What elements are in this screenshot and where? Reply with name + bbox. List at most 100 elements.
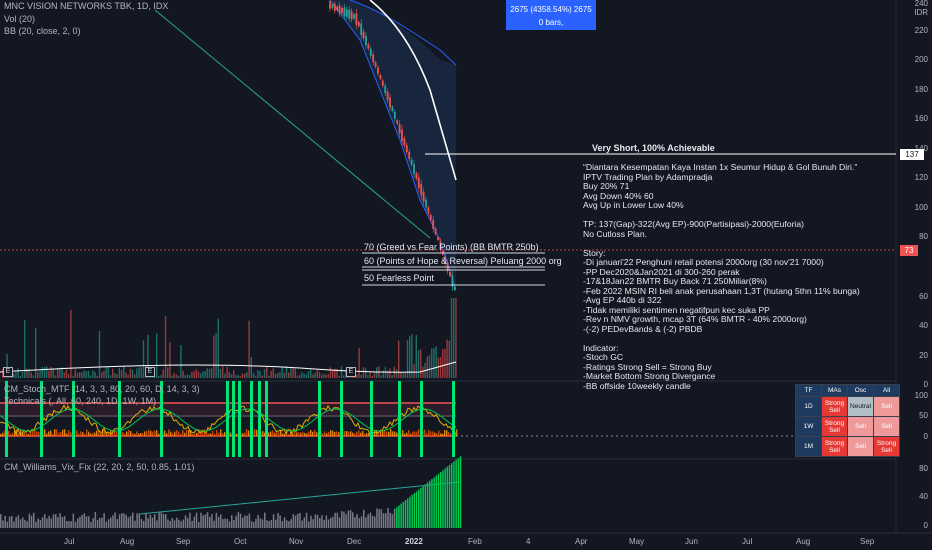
vix-bar [50, 518, 53, 528]
candle-body [453, 286, 456, 291]
osc-hist-bar [146, 431, 148, 436]
vix-bar [209, 516, 211, 528]
osc-hist-bar [80, 431, 82, 436]
candle-body [350, 11, 353, 20]
vix-bar [39, 519, 42, 528]
osc-hist-bar [402, 430, 404, 436]
osc-hist-bar [444, 430, 446, 436]
vix-bar [162, 513, 165, 528]
vix-bar [402, 501, 405, 528]
williams-indicator-label[interactable]: CM_Williams_Vix_Fix (22, 20, 2, 50, 0.85… [4, 462, 194, 472]
candle-body [408, 151, 411, 159]
osc-hist-bar [270, 431, 272, 436]
osc-hist-bar [314, 429, 316, 436]
vix-bar [325, 515, 328, 528]
volume-bar [134, 374, 136, 378]
vix-bar [217, 516, 220, 528]
vix-bar [360, 516, 363, 528]
volume-bar [270, 370, 272, 378]
candle-body [413, 164, 415, 174]
vix-bar [222, 519, 224, 528]
volume-bar [241, 373, 244, 378]
osc-hist-bar [330, 430, 332, 436]
vix-bar [250, 521, 253, 528]
volume-bar [325, 374, 327, 378]
volume-bar [114, 373, 116, 378]
vix-bar [19, 519, 22, 528]
osc-hist-bar [434, 432, 436, 436]
candle-body [429, 214, 432, 220]
technicals-indicator-label[interactable]: Technicals (, All, 60, 240, 1D, 1W, 1M) [4, 396, 156, 406]
earnings-marker[interactable]: E [346, 367, 356, 377]
candle-body [401, 129, 403, 142]
vix-bar [385, 513, 387, 528]
vix-bar [292, 514, 295, 528]
vol-indicator-label[interactable]: Vol (20) [4, 14, 35, 24]
earnings-marker[interactable]: E [145, 367, 155, 377]
osc-hist-bar [2, 432, 4, 436]
fib70-label[interactable]: 70 (Greed vs Fear Points) (BB BMTR 250b) [364, 242, 539, 252]
vix-bar [323, 520, 325, 528]
osc-hist-bar [166, 433, 168, 436]
stoch-indicator-label[interactable]: CM_Stoch_MTF (14, 3, 3, 80, 20, 60, D, 1… [4, 384, 200, 394]
vix-bar [94, 512, 97, 528]
vix-bar [228, 521, 231, 528]
volume-bar [118, 368, 120, 378]
vix-bar [24, 519, 26, 528]
volume-bar [140, 367, 142, 378]
vix-bar [134, 520, 136, 528]
current-price-tag: 73 [900, 245, 918, 256]
vix-bar [268, 521, 270, 528]
time-tick: Jul [64, 537, 75, 546]
volume-bar [263, 369, 266, 378]
volume-bar [283, 372, 285, 378]
volume-bar [138, 367, 140, 378]
vix-bar [242, 517, 244, 528]
volume-bar [272, 368, 274, 378]
osc-hist-bar [304, 432, 306, 436]
osc-hist-bar [328, 431, 330, 436]
earnings-marker[interactable]: E [3, 367, 13, 377]
symbol-title[interactable]: MNC VISION NETWORKS TBK, 1D, IDX [4, 1, 168, 11]
bb-indicator-label[interactable]: BB (20, close, 2, 0) [4, 26, 81, 36]
trading-plan-note[interactable]: “Diantara Kesempatan Kaya Instan 1x Seum… [583, 162, 860, 391]
osc-hist-bar [302, 431, 304, 436]
osc-hist-bar [178, 431, 180, 436]
fib60-label[interactable]: 60 (Points of Hope & Reversal) Peluang 2… [364, 256, 562, 266]
target-annotation[interactable]: Very Short, 100% Achievable [592, 143, 715, 153]
volume-bar [285, 366, 288, 378]
vix-bar [116, 518, 119, 528]
vix-bar [404, 500, 407, 528]
vix-bar [327, 519, 330, 528]
green-signal-bar [370, 381, 373, 457]
volume-bar [167, 367, 169, 378]
fib50-label[interactable]: 50 Fearless Point [364, 273, 434, 283]
volume-bar [404, 373, 406, 378]
vix-bar [294, 515, 297, 528]
osc-hist-bar [88, 431, 90, 436]
osc-hist-bar [100, 433, 102, 436]
price-tick: 80 [919, 232, 928, 241]
volume-bar [235, 375, 237, 378]
candle-body [372, 54, 375, 63]
volume-bar [96, 375, 98, 378]
osc-hist-bar [36, 431, 38, 436]
osc-hist-bar [326, 433, 328, 436]
vix-bar [301, 520, 303, 528]
volume-bar [180, 345, 182, 378]
osc-hist-bar [26, 433, 28, 436]
vix-bar [261, 519, 264, 528]
vix-bar [244, 515, 246, 528]
vix-bar [426, 482, 429, 528]
candle-body [384, 85, 387, 94]
volume-bar [169, 342, 171, 378]
vix-bar [105, 521, 108, 528]
vix-bar [132, 512, 134, 528]
vix-bar [283, 517, 286, 528]
vix-bar [336, 512, 339, 528]
vix-bar [376, 508, 378, 528]
vix-bar [85, 516, 88, 528]
vix-bar [171, 517, 174, 528]
vix-bar [279, 515, 281, 528]
volume-bar [136, 368, 138, 378]
